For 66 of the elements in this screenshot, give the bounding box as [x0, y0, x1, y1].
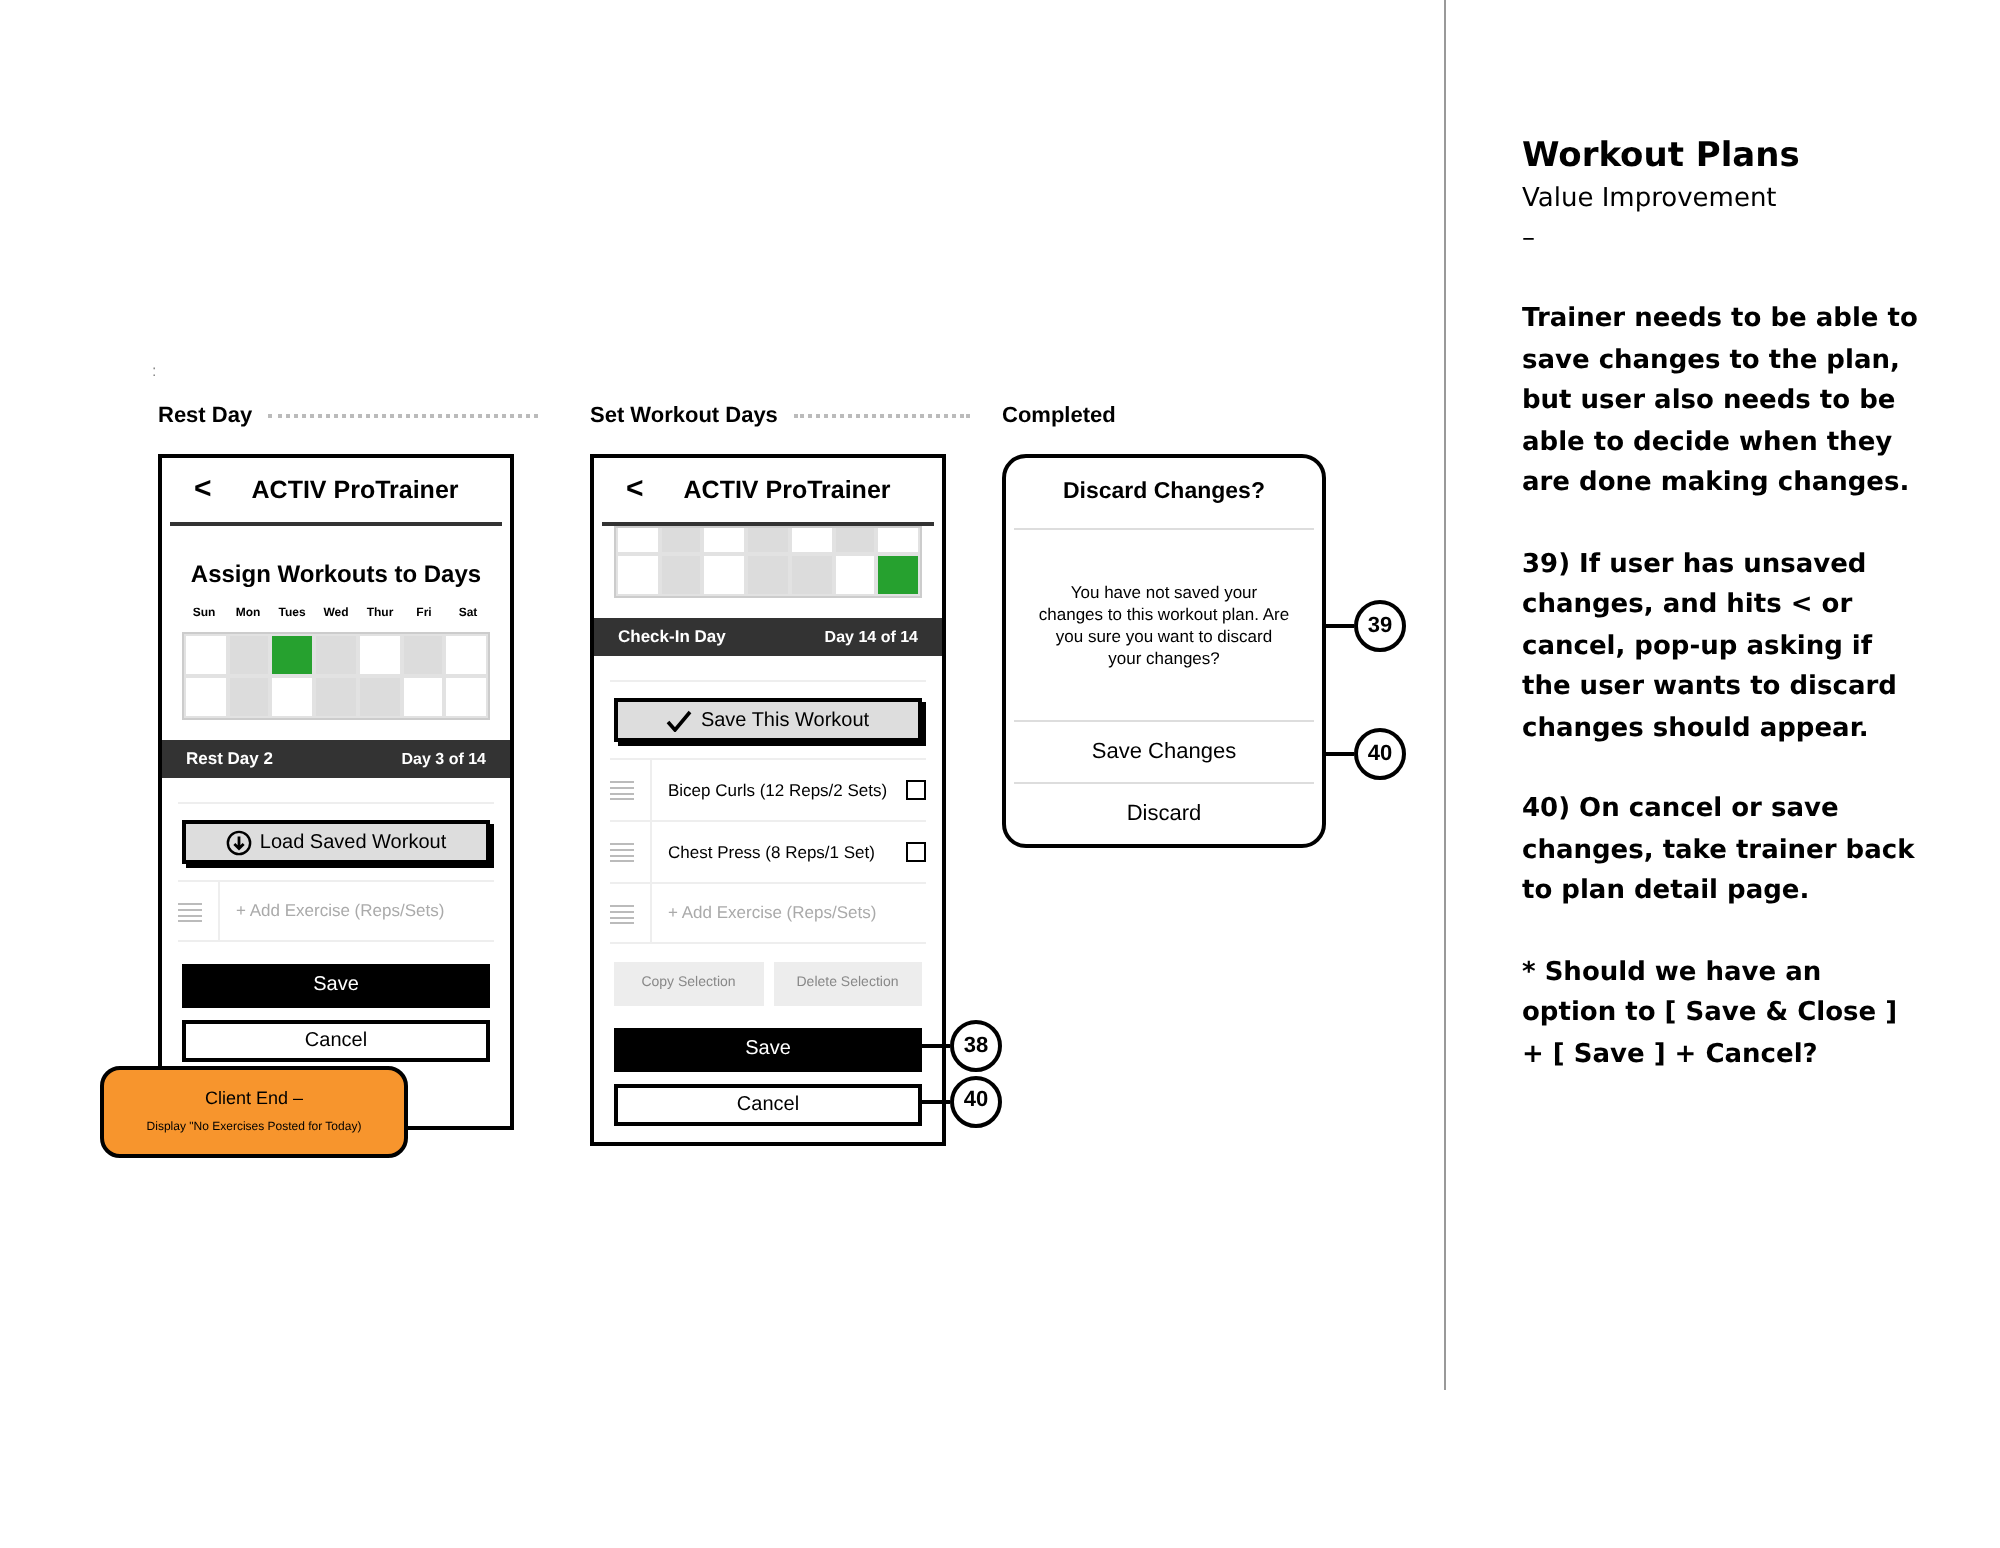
section-label: Completed — [1002, 402, 1118, 432]
day-cell[interactable] — [401, 676, 445, 718]
action-button[interactable]: Save This Workout — [614, 698, 922, 742]
drag-handle-icon[interactable] — [178, 901, 202, 921]
exercise-name: Chest Press (8 Reps/1 Set) — [668, 839, 877, 865]
note-paragraph: 40) On cancel or save changes, take trainer back to plan detail page. — [1522, 792, 1917, 910]
callout-marker: 40 — [1354, 728, 1406, 780]
day-count: Day 3 of 14 — [401, 747, 486, 771]
day-cell[interactable] — [184, 634, 228, 676]
notes-subtitle: Value Improvement — [1522, 182, 1779, 218]
day-cell[interactable] — [746, 554, 790, 596]
callout-marker: 39 — [1354, 600, 1406, 652]
day-name: Check-In Day — [618, 624, 726, 650]
action-button[interactable]: Load Saved Workout — [182, 820, 490, 864]
day-cell[interactable] — [659, 554, 703, 596]
save-button[interactable]: Save — [614, 1027, 922, 1071]
stray-mark: : — [152, 360, 157, 384]
dialog-option[interactable]: Discard — [1014, 784, 1314, 844]
callout-marker: 40 — [950, 1075, 1002, 1127]
exercise-checkbox[interactable] — [906, 842, 926, 862]
dialog-message: You have not saved your changes to this workout plan. Are you sure you want to discard your changes? — [1038, 581, 1290, 669]
day-name: Rest Day 2 — [186, 746, 273, 772]
day-cell[interactable] — [702, 554, 747, 596]
day-cell[interactable] — [357, 634, 402, 676]
day-cell[interactable] — [789, 554, 834, 596]
drag-handle-icon[interactable] — [610, 903, 634, 923]
day-count: Day 14 of 14 — [824, 625, 918, 649]
day-cell[interactable] — [270, 676, 315, 718]
notes-dash: – — [1522, 222, 1537, 258]
day-cell[interactable] — [357, 676, 402, 718]
exercise-name: Bicep Curls (12 Reps/2 Sets) — [668, 777, 890, 803]
app-title: ACTIV ProTrainer — [683, 473, 891, 508]
day-cell[interactable] — [270, 634, 315, 676]
note-title: Client End – — [204, 1086, 304, 1113]
day-cell[interactable] — [616, 554, 660, 596]
check-icon — [666, 709, 693, 731]
day-cell[interactable] — [833, 554, 877, 596]
back-button[interactable]: < — [626, 467, 644, 513]
drag-handle-icon[interactable] — [610, 780, 634, 800]
screen-heading: Assign Workouts to Days — [190, 560, 482, 588]
save-button[interactable]: Save — [182, 963, 490, 1007]
note-paragraph: 39) If user has unsaved changes, and hits < or cancel, pop-up asking if the user wants to discard changes should appear. — [1522, 547, 1899, 747]
notes-title: Workout Plans — [1522, 134, 1802, 180]
day-cell[interactable] — [876, 554, 920, 596]
cancel-button[interactable]: Cancel — [614, 1083, 922, 1125]
day-cell[interactable] — [227, 676, 271, 718]
callout-marker: 38 — [950, 1020, 1002, 1073]
day-cell[interactable] — [184, 676, 228, 718]
section-label: Set Workout Days — [590, 401, 778, 432]
app-title: ACTIV ProTrainer — [251, 473, 459, 508]
drag-handle-icon[interactable] — [610, 842, 634, 862]
day-cell[interactable] — [314, 676, 358, 718]
download-icon — [225, 829, 252, 855]
dialog-option[interactable]: Save Changes — [1014, 722, 1314, 782]
day-cell[interactable] — [401, 634, 445, 676]
note-paragraph: * Should we have an option to [ Save & Close ] + [ Save ] + Cancel? — [1522, 955, 1900, 1073]
note-paragraph: Trainer needs to be able to save changes to the plan, but user also needs to be able to decide when they are done making changes. — [1522, 302, 1920, 502]
dialog-title: Discard Changes? — [1063, 477, 1265, 508]
day-cell[interactable] — [314, 634, 358, 676]
back-button[interactable]: < — [194, 467, 212, 513]
day-cell[interactable] — [444, 676, 488, 718]
day-cell[interactable] — [444, 634, 488, 676]
section-label: Rest Day — [158, 401, 253, 432]
cancel-button[interactable]: Cancel — [182, 1019, 490, 1061]
exercise-checkbox[interactable] — [906, 780, 926, 800]
day-cell[interactable] — [227, 634, 271, 676]
